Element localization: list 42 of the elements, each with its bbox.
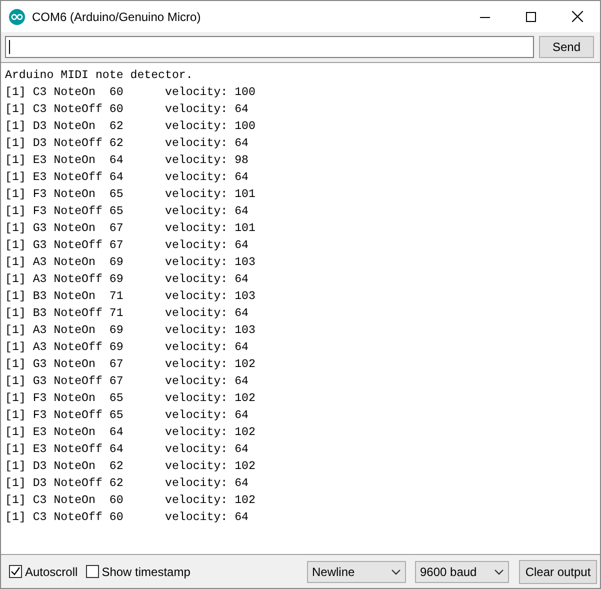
output-line: [1] D3 NoteOn 62 velocity: 100 [5,119,256,135]
chevron-down-icon [494,568,504,574]
output-line: [1] B3 NoteOn 71 velocity: 103 [5,289,256,305]
output-line: [1] E3 NoteOn 64 velocity: 102 [5,425,256,441]
output-line: [1] F3 NoteOn 65 velocity: 102 [5,391,256,407]
window-title: COM6 (Arduino/Genuino Micro) [32,8,201,26]
checkbox[interactable] [86,565,99,578]
output-line: [1] G3 NoteOn 67 velocity: 102 [5,357,256,373]
output-line: [1] D3 NoteOff 62 velocity: 64 [5,476,249,492]
app-logo-icon [9,8,25,24]
baud-rate-dropdown[interactable]: 9600 baud [415,560,509,582]
output-line: [1] A3 NoteOn 69 velocity: 103 [5,323,256,339]
output-line: [1] E3 NoteOff 64 velocity: 64 [5,442,249,458]
output-line: [1] D3 NoteOn 62 velocity: 102 [5,459,256,475]
output-line: [1] A3 NoteOn 69 velocity: 103 [5,255,256,271]
chevron-down-icon [391,568,401,574]
output-line: [1] F3 NoteOn 65 velocity: 101 [5,187,256,203]
checkbox-label: Show timestamp [102,564,190,580]
output-line: [1] C3 NoteOff 60 velocity: 64 [5,510,249,526]
output-line: [1] C3 NoteOn 60 velocity: 102 [5,493,256,509]
line-ending-dropdown[interactable]: Newline [307,560,406,582]
output-line: [1] E3 NoteOn 64 velocity: 98 [5,153,249,169]
output-line: [1] B3 NoteOff 71 velocity: 64 [5,306,249,322]
checkbox-label: Autoscroll [25,564,78,580]
output-line: [1] E3 NoteOff 64 velocity: 64 [5,170,249,186]
maximize-icon [526,12,536,22]
output-line: [1] C3 NoteOff 60 velocity: 64 [5,102,249,118]
output-line: [1] G3 NoteOn 67 velocity: 101 [5,221,256,237]
send-button[interactable]: Send [539,36,594,58]
message-input-field[interactable] [5,36,534,58]
close-icon [572,11,582,22]
output-line: [1] F3 NoteOff 65 velocity: 64 [5,204,249,220]
output-line: Arduino MIDI note detector. [5,68,193,84]
output-line: [1] A3 NoteOff 69 velocity: 64 [5,272,249,288]
output-line: [1] D3 NoteOff 62 velocity: 64 [5,136,249,152]
clear-output-button[interactable]: Clear output [519,560,597,584]
output-line: [1] F3 NoteOff 65 velocity: 64 [5,408,249,424]
output-line: [1] A3 NoteOff 69 velocity: 64 [5,340,249,356]
checkbox[interactable] [9,565,22,578]
output-line: [1] C3 NoteOn 60 velocity: 100 [5,85,256,101]
output-line: [1] G3 NoteOff 67 velocity: 64 [5,238,249,254]
output-line: [1] G3 NoteOff 67 velocity: 64 [5,374,249,390]
